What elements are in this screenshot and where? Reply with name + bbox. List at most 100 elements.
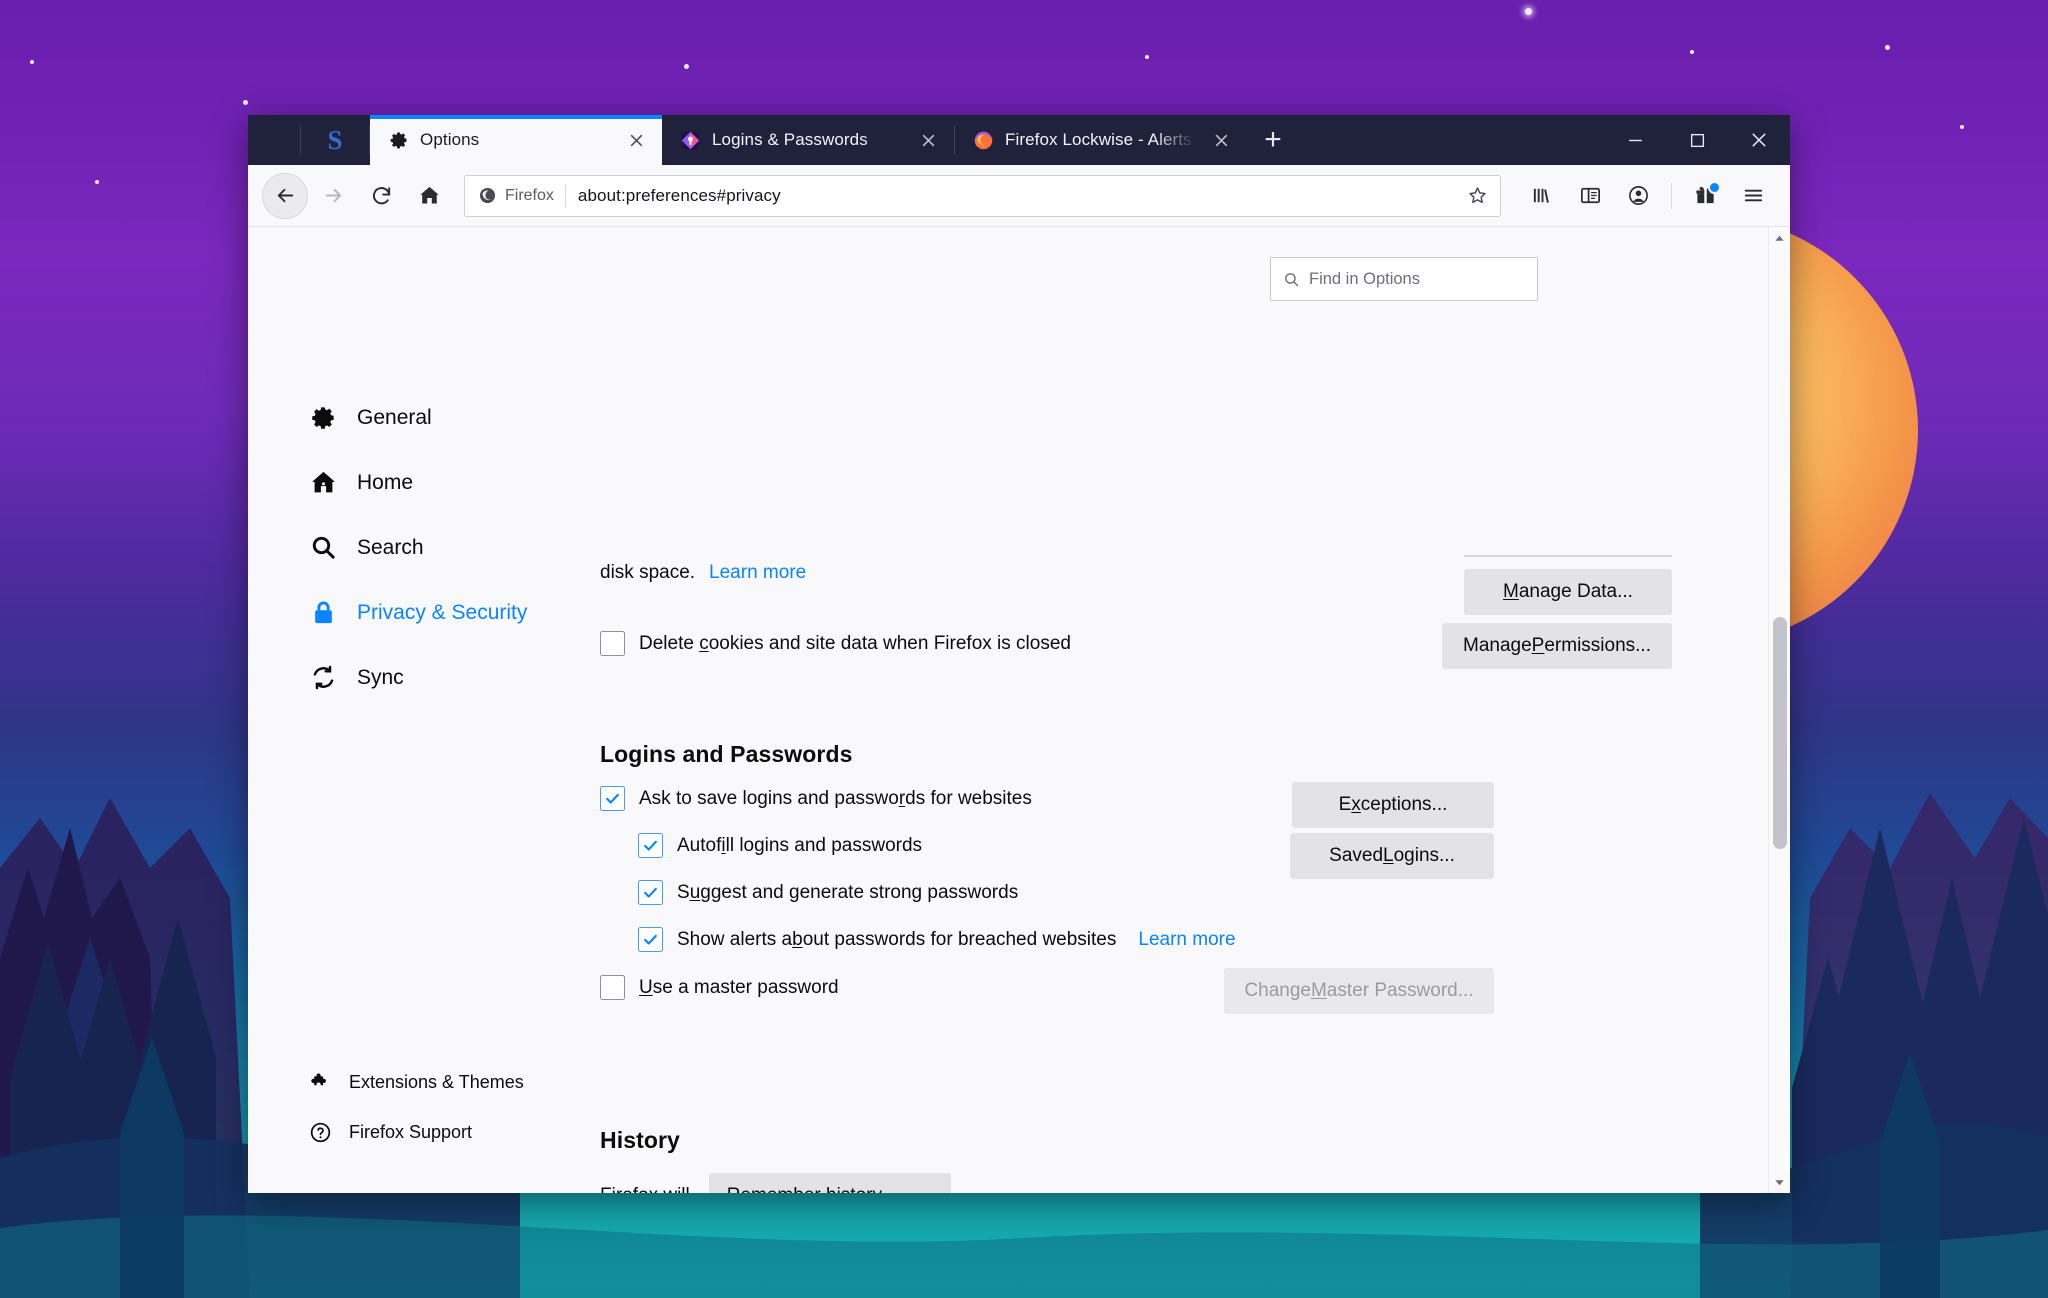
firefox-lockwise-icon (680, 130, 701, 151)
manage-data-key: M (1503, 581, 1519, 602)
new-tab-button[interactable]: + (1247, 115, 1299, 165)
library-button[interactable] (1519, 173, 1565, 219)
close-icon[interactable] (1207, 126, 1235, 154)
question-circle-icon (308, 1120, 332, 1144)
firefox-icon (479, 187, 496, 204)
plus-icon: + (1264, 123, 1282, 156)
close-icon[interactable] (914, 126, 942, 154)
star-decoration (1145, 55, 1149, 59)
gear-icon (308, 403, 338, 433)
scroll-down-arrow[interactable] (1769, 1171, 1790, 1193)
sync-icon (308, 663, 338, 693)
autofill-label: Autofill logins and passwords (677, 834, 923, 856)
firefox-icon (973, 130, 994, 151)
sidebar-item-label: Privacy & Security (357, 600, 528, 624)
breach-alerts-checkbox[interactable] (638, 927, 663, 952)
gift-button[interactable] (1682, 173, 1728, 219)
exceptions-button[interactable]: Ex ceptions... (1292, 782, 1494, 828)
history-mode-dropdown[interactable]: Remember history (708, 1173, 951, 1194)
suggest-passwords-checkbox-row[interactable]: Suggest and generate strong passwords (638, 880, 1018, 905)
ask-to-save-checkbox[interactable] (600, 786, 625, 811)
account-button[interactable] (1615, 173, 1661, 219)
change-master-password-button[interactable]: Change Master Password... (1224, 968, 1494, 1014)
content-scrollbar[interactable] (1768, 227, 1790, 1193)
maximize-button[interactable] (1666, 115, 1728, 165)
sidebar-item-label: Firefox Support (349, 1121, 473, 1142)
identity-label: Firefox (505, 186, 554, 204)
history-mode-value: Remember history (727, 1185, 882, 1193)
delete-cookies-post: ookies and site data when Firefox is clo… (708, 632, 1071, 654)
app-menu-button[interactable] (1730, 173, 1776, 219)
sidebar-item-sync[interactable]: Sync (248, 645, 600, 710)
learn-more-link[interactable]: Learn more (709, 562, 806, 584)
url-bar[interactable]: Firefox about:preferences#privacy (464, 174, 1501, 217)
manage-permissions-button[interactable]: Manage Permissions... (1442, 623, 1672, 669)
preferences-page: Find in Options General Home Search Priv… (248, 227, 1790, 1193)
sidebar-item-label: Home (357, 470, 414, 494)
breach-alerts-learn-more-link[interactable]: Learn more (1138, 929, 1235, 951)
pinned-tab[interactable]: S (301, 115, 369, 165)
home-button[interactable] (406, 173, 452, 219)
suggest-passwords-checkbox[interactable] (638, 880, 663, 905)
master-password-checkbox[interactable] (600, 975, 625, 1000)
master-password-checkbox-row[interactable]: Use a master password (600, 975, 839, 1000)
star-decoration (243, 100, 248, 105)
firefox-will-label: Firefox will (600, 1182, 690, 1193)
star-decoration (1960, 125, 1964, 129)
gear-icon (388, 130, 409, 151)
sidebar-item-firefox-support[interactable]: Firefox Support (248, 1107, 600, 1157)
tab-firefox-lockwise-alerts[interactable]: Firefox Lockwise - Alerts for bre (955, 115, 1247, 165)
logins-section-heading: Logins and Passwords (600, 741, 853, 767)
tabstrip-spacer (1299, 115, 1604, 165)
close-icon[interactable] (622, 126, 650, 154)
delete-cookies-label: Delete cookies and site data when Firefo… (639, 633, 1071, 655)
star-decoration (95, 180, 99, 184)
tab-title: Options (420, 130, 480, 149)
autofill-checkbox[interactable] (638, 833, 663, 858)
tab-options[interactable]: Options (370, 115, 662, 165)
tabstrip-left-padding (248, 115, 300, 165)
url-input[interactable]: about:preferences#privacy (578, 186, 1462, 206)
forward-button[interactable] (310, 173, 356, 219)
chevron-down-icon (920, 1189, 935, 1194)
sidebar-item-extensions-themes[interactable]: Extensions & Themes (248, 1057, 600, 1107)
minimize-button[interactable] (1604, 115, 1666, 165)
sidebar-button[interactable] (1567, 173, 1613, 219)
bookmark-star-icon[interactable] (1462, 181, 1492, 211)
sidebar-bottom-group: Extensions & Themes Firefox Support (248, 1057, 600, 1157)
lock-icon (308, 598, 338, 628)
breach-alerts-label: Show alerts about passwords for breached… (677, 928, 1117, 950)
back-button[interactable] (262, 172, 308, 219)
scrollbar-thumb[interactable] (1773, 617, 1787, 849)
sidebar-item-label: General (357, 405, 432, 429)
url-divider (564, 184, 566, 207)
close-window-button[interactable] (1728, 115, 1790, 165)
master-password-label: Use a master password (639, 976, 839, 998)
tab-logins-passwords[interactable]: Logins & Passwords (662, 115, 954, 165)
scroll-up-arrow[interactable] (1769, 227, 1790, 249)
star-decoration (30, 60, 34, 64)
tab-title: Logins & Passwords (712, 130, 868, 149)
ask-to-save-checkbox-row[interactable]: Ask to save logins and passwords for web… (600, 786, 1032, 811)
manage-data-button[interactable]: Manage Data... (1464, 569, 1672, 615)
delete-cookies-checkbox-row[interactable]: Delete cookies and site data when Firefo… (600, 631, 1071, 656)
identity-box[interactable]: Firefox (465, 176, 565, 216)
delete-cookies-pre: Delete (639, 632, 700, 654)
sidebar-item-privacy-security[interactable]: Privacy & Security (248, 580, 600, 645)
sidebar-item-home[interactable]: Home (248, 450, 600, 515)
browser-window: S Options Logins & Passwords Firefox Loc… (248, 115, 1790, 1193)
search-icon (308, 533, 338, 563)
notification-badge (1708, 180, 1721, 194)
star-decoration (1525, 8, 1532, 15)
saved-logins-button[interactable]: Saved Logins... (1290, 833, 1494, 879)
sidebar-item-general[interactable]: General (248, 385, 600, 450)
pinned-tab-favicon: S (327, 124, 343, 155)
reload-button[interactable] (358, 173, 404, 219)
delete-cookies-checkbox[interactable] (600, 631, 625, 656)
sidebar-item-search[interactable]: Search (248, 515, 600, 580)
preferences-inner: Find in Options General Home Search Priv… (248, 227, 1790, 1193)
autofill-checkbox-row[interactable]: Autofill logins and passwords (638, 833, 922, 858)
ask-to-save-label: Ask to save logins and passwords for web… (639, 787, 1032, 809)
cookies-disk-space-row: disk space. Learn more (600, 559, 806, 588)
breach-alerts-checkbox-row[interactable]: Show alerts about passwords for breached… (638, 927, 1236, 952)
